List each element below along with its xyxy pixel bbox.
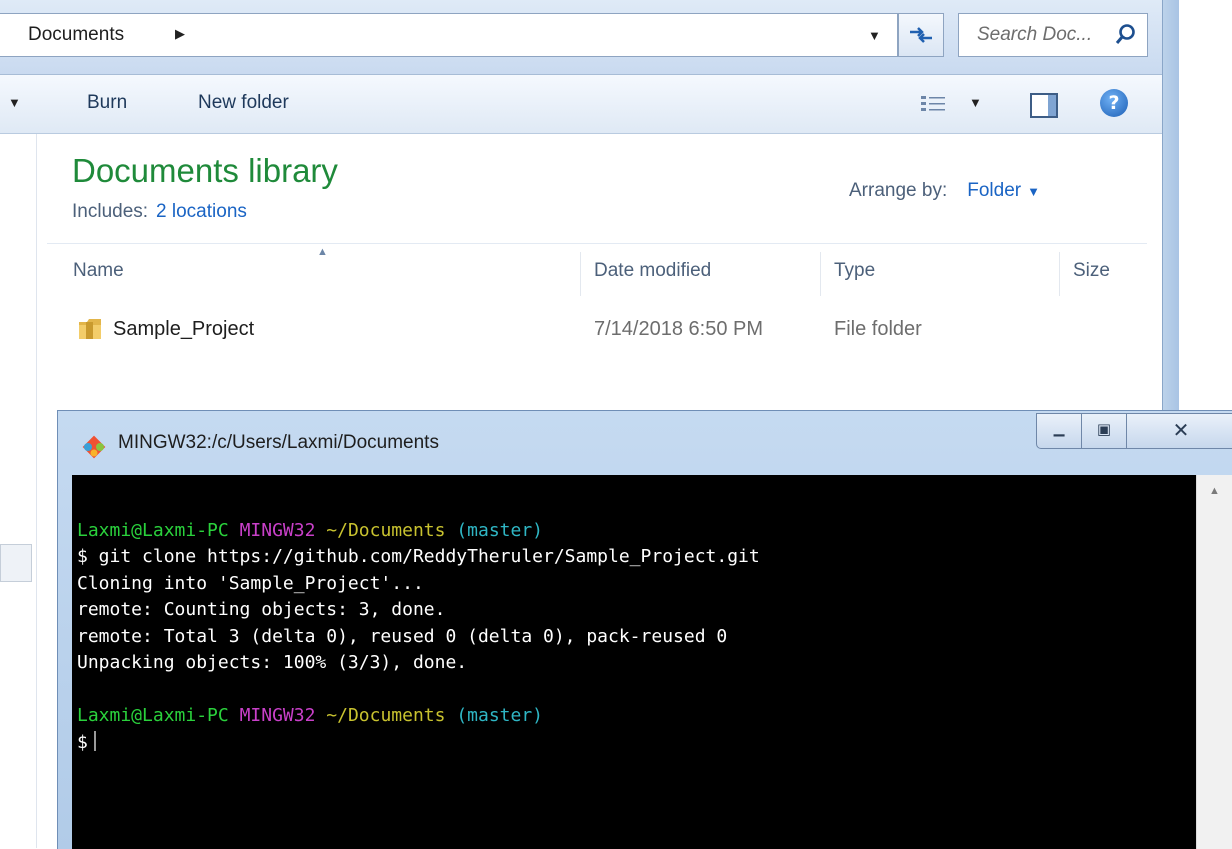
preview-pane-icon[interactable] <box>1030 93 1058 118</box>
breadcrumb-documents[interactable]: Documents <box>28 24 124 46</box>
sort-ascending-icon: ▲ <box>317 246 328 258</box>
navigation-pane <box>0 134 37 848</box>
address-field[interactable]: Documents ▶ ▼ <box>0 13 898 57</box>
address-bar: Documents ▶ ▼ Search Doc... <box>0 0 1162 75</box>
arrange-value-dropdown[interactable]: Folder <box>967 180 1021 201</box>
prompt-line: Laxmi@Laxmi-PC MINGW32 ~/Documents (mast… <box>77 703 760 730</box>
column-header-type[interactable]: Type <box>834 260 875 282</box>
arrange-by: Arrange by: Folder ▼ <box>849 180 1040 202</box>
arrange-label: Arrange by: <box>849 180 948 201</box>
prompt-path: ~/Documents <box>326 519 446 541</box>
git-icon <box>82 435 106 459</box>
organize-dropdown-icon[interactable]: ▼ <box>8 95 21 110</box>
close-button[interactable]: ✕ <box>1126 413 1232 449</box>
column-header-size[interactable]: Size <box>1073 260 1110 282</box>
file-row[interactable]: Sample_Project 7/14/2018 6:50 PM File fo… <box>73 312 1143 348</box>
scroll-up-icon[interactable]: ▲ <box>1209 485 1220 497</box>
file-name[interactable]: Sample_Project <box>113 318 254 341</box>
column-divider[interactable] <box>820 252 821 296</box>
nav-scrollbar[interactable] <box>0 544 32 582</box>
breadcrumb-arrow-icon[interactable]: ▶ <box>175 26 185 42</box>
output-line: remote: Counting objects: 3, done. <box>77 599 446 620</box>
library-includes: Includes: 2 locations <box>72 201 247 223</box>
command-bar: ▼ Burn New folder ▼ ? <box>0 75 1162 134</box>
file-type: File folder <box>834 318 922 340</box>
text-cursor <box>93 730 96 751</box>
header-divider <box>47 243 1147 244</box>
output-line: Cloning into 'Sample_Project'... <box>77 572 424 594</box>
terminal-scrollbar[interactable]: ▲ <box>1196 475 1232 849</box>
address-dropdown-icon[interactable]: ▼ <box>868 28 881 43</box>
maximize-button[interactable]: ▣ <box>1081 413 1127 449</box>
refresh-icon <box>910 27 932 43</box>
search-icon[interactable] <box>1115 23 1137 45</box>
search-input[interactable]: Search Doc... <box>958 13 1148 57</box>
terminal-output[interactable]: Laxmi@Laxmi-PC MINGW32 ~/Documents (mast… <box>72 475 1196 849</box>
library-title: Documents library <box>72 152 338 189</box>
window-border <box>1162 0 1179 410</box>
search-placeholder: Search Doc... <box>977 24 1093 45</box>
new-folder-button[interactable]: New folder <box>198 92 289 114</box>
minimize-button[interactable]: ▁ <box>1036 413 1082 449</box>
output-line: remote: Total 3 (delta 0), reused 0 (del… <box>77 625 728 647</box>
includes-label: Includes: <box>72 201 149 222</box>
prompt-branch: (master) <box>456 519 544 541</box>
arrange-dropdown-icon[interactable]: ▼ <box>1027 184 1040 199</box>
views-dropdown-icon[interactable]: ▼ <box>969 95 982 110</box>
input-line[interactable]: $ <box>77 730 760 757</box>
column-divider[interactable] <box>1059 252 1060 296</box>
views-icon[interactable] <box>920 94 948 114</box>
prompt-user: Laxmi@Laxmi-PC <box>77 519 229 541</box>
column-header-name[interactable]: Name <box>73 260 124 282</box>
refresh-button[interactable] <box>898 13 944 57</box>
prompt-line: Laxmi@Laxmi-PC MINGW32 ~/Documents (mast… <box>77 518 760 545</box>
prompt-env: MINGW32 <box>239 705 316 726</box>
terminal-title: MINGW32:/c/Users/Laxmi/Documents <box>118 432 439 453</box>
prompt-branch: (master) <box>456 705 544 726</box>
output-line: Unpacking objects: 100% (3/3), done. <box>77 652 468 673</box>
prompt-env: MINGW32 <box>239 519 316 541</box>
file-date: 7/14/2018 6:50 PM <box>594 318 764 340</box>
column-divider[interactable] <box>580 252 581 296</box>
help-icon[interactable]: ? <box>1100 89 1128 117</box>
column-header-date[interactable]: Date modified <box>594 260 711 282</box>
includes-locations-link[interactable]: 2 locations <box>156 201 247 222</box>
prompt-path: ~/Documents <box>326 705 446 726</box>
prompt-user: Laxmi@Laxmi-PC <box>77 705 229 726</box>
terminal-window: MINGW32:/c/Users/Laxmi/Documents ▁ ▣ ✕ L… <box>57 410 1232 849</box>
command-line: $ git clone https://github.com/ReddyTher… <box>77 546 760 567</box>
prompt-symbol: $ <box>77 731 88 753</box>
burn-button[interactable]: Burn <box>87 92 127 114</box>
folder-icon <box>79 319 101 339</box>
